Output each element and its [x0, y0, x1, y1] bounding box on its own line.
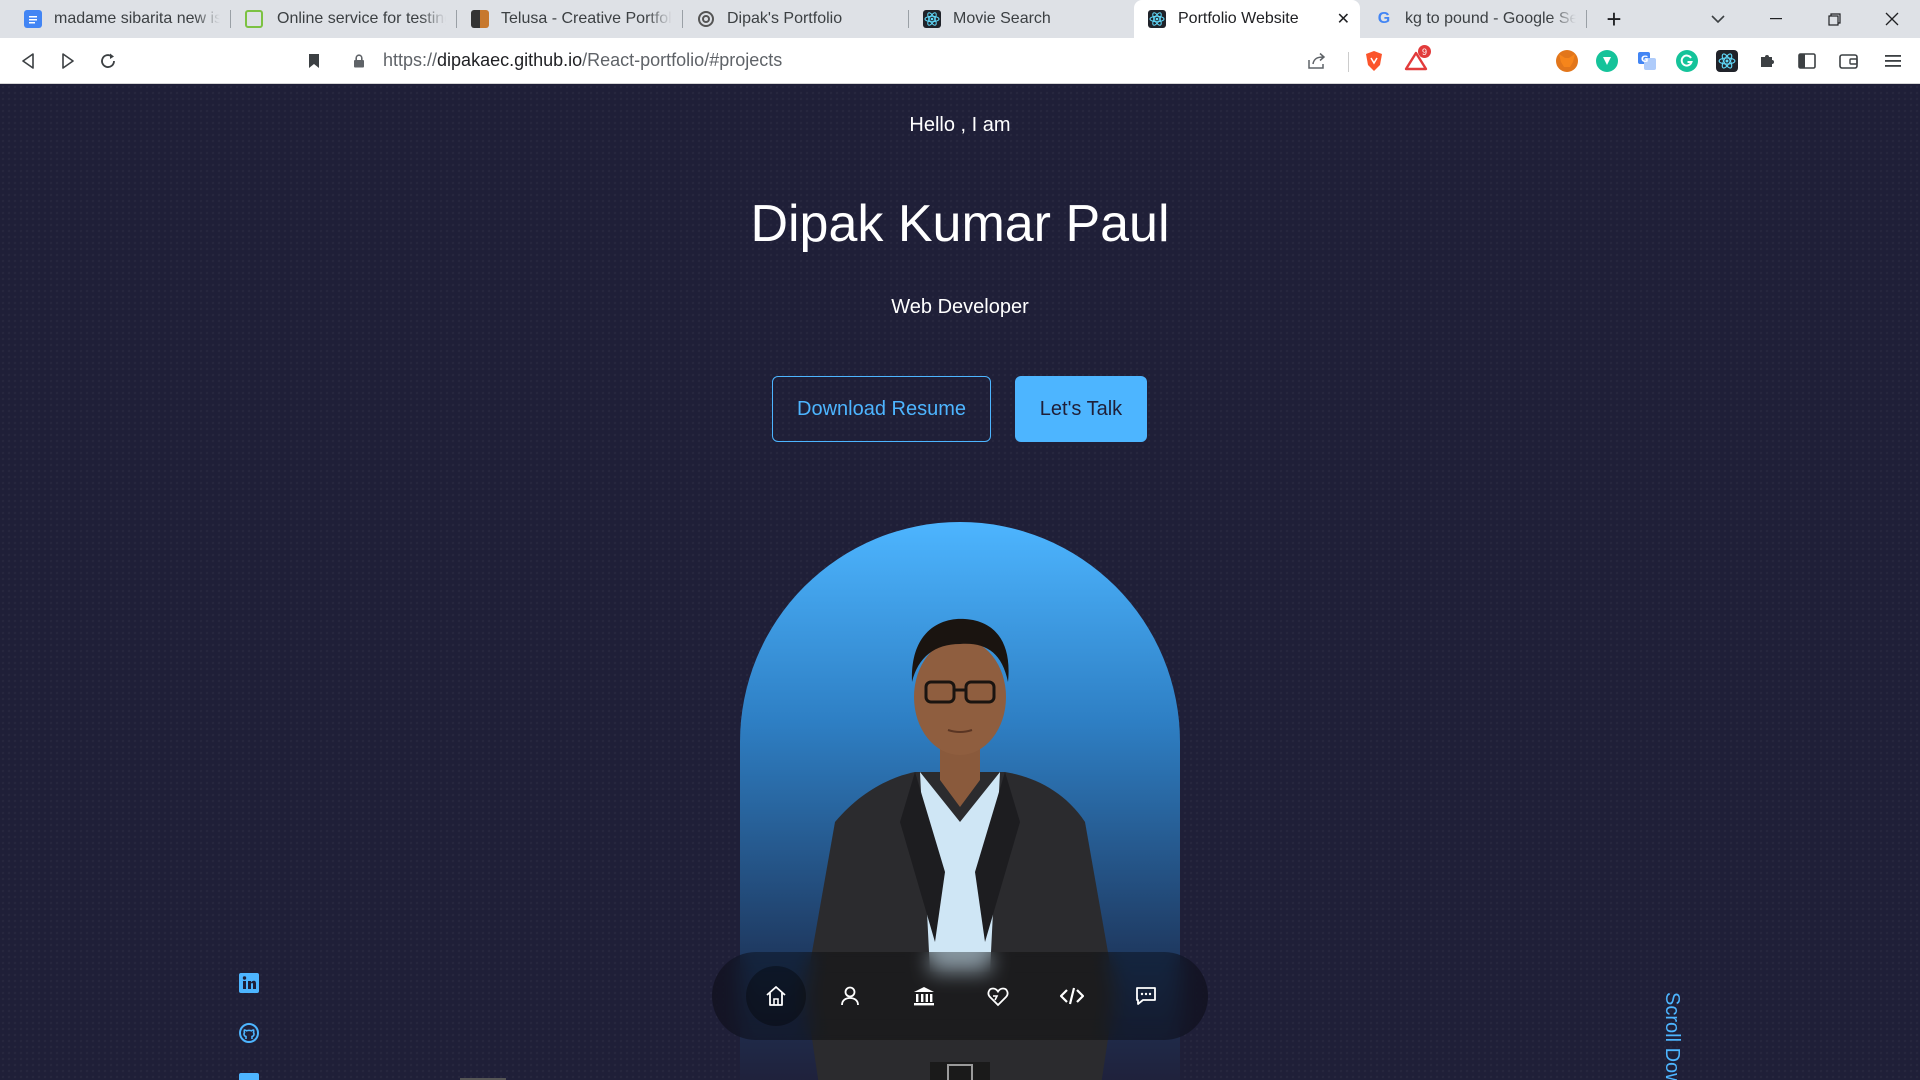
github-icon[interactable]	[238, 1022, 260, 1044]
reload-button[interactable]	[94, 47, 122, 75]
url-scheme: https://	[383, 50, 438, 70]
nav-projects-code-icon[interactable]	[1042, 966, 1102, 1026]
telusa-icon	[471, 10, 489, 28]
hero-greeting: Hello , I am	[909, 114, 1011, 136]
grammarly-go-icon[interactable]	[1596, 50, 1618, 72]
tab-title: Telusa - Creative Portfolio H	[501, 10, 672, 27]
tab-search-chevron-icon[interactable]	[1690, 0, 1746, 38]
twitter-icon[interactable]	[238, 1072, 260, 1080]
download-resume-button[interactable]: Download Resume	[772, 376, 991, 442]
bottom-nav	[712, 952, 1208, 1040]
svg-text:G: G	[1641, 55, 1648, 65]
menu-icon[interactable]	[1882, 50, 1904, 72]
lets-talk-button[interactable]: Let's Talk	[1015, 376, 1147, 442]
tab-title: Movie Search	[953, 10, 1051, 27]
close-window-button[interactable]	[1864, 0, 1920, 38]
react-icon	[923, 10, 941, 28]
back-button[interactable]	[14, 47, 42, 75]
metamask-icon[interactable]	[1556, 50, 1578, 72]
tab-title: madame sibarita new issue	[54, 10, 220, 27]
google-docs-icon	[24, 10, 42, 28]
react-icon	[1148, 10, 1166, 28]
linkedin-icon[interactable]	[238, 972, 260, 994]
tab-title: Dipak's Portfolio	[727, 10, 843, 27]
nav-home-icon[interactable]	[746, 966, 806, 1026]
forward-button[interactable]	[54, 47, 82, 75]
hero-name: Dipak Kumar Paul	[750, 195, 1170, 253]
tab-google-search[interactable]: G kg to pound - Google Sear	[1361, 0, 1586, 38]
extensions-puzzle-icon[interactable]	[1756, 50, 1778, 72]
brave-rewards-icon[interactable]: 9	[1402, 45, 1431, 75]
wallet-icon[interactable]	[1838, 50, 1860, 72]
nav-contact-message-icon[interactable]	[1116, 966, 1176, 1026]
translate-icon[interactable]: G	[1636, 50, 1658, 72]
brave-shields-icon[interactable]	[1360, 47, 1388, 75]
bookmark-icon[interactable]	[300, 47, 328, 75]
restore-button[interactable]	[1806, 0, 1862, 38]
scroll-down-link[interactable]: Scroll Down	[1660, 992, 1683, 1080]
url-path: /React-portfolio/#projects	[582, 50, 783, 70]
close-icon[interactable]: ✕	[1337, 9, 1350, 29]
tab-strip: madame sibarita new issue Online service…	[0, 0, 1920, 38]
share-icon[interactable]	[1303, 47, 1331, 75]
tab-title: Online service for testing re	[277, 10, 446, 27]
minimize-button[interactable]	[1748, 0, 1804, 38]
sidebar-icon[interactable]	[1796, 50, 1818, 72]
browser-toolbar: https://dipakaec.github.io/React-portfol…	[0, 38, 1920, 84]
google-icon: G	[1377, 10, 1391, 27]
hero-role: Web Developer	[891, 296, 1029, 318]
address-bar[interactable]: https://dipakaec.github.io/React-portfol…	[383, 50, 782, 71]
nav-experience-bank-icon[interactable]	[894, 966, 954, 1026]
tab-portfolio-website[interactable]: Portfolio Website ✕	[1134, 0, 1360, 38]
tab-dipak-portfolio[interactable]: Dipak's Portfolio	[683, 0, 908, 38]
new-tab-button[interactable]: +	[1586, 0, 1642, 38]
portfolio-page: Hello , I am Dipak Kumar Paul Web Develo…	[0, 84, 1920, 1080]
tab-movie-search[interactable]: Movie Search	[909, 0, 1134, 38]
lock-icon[interactable]	[349, 47, 369, 75]
react-devtools-icon[interactable]	[1716, 50, 1738, 72]
rewards-badge: 9	[1418, 45, 1431, 58]
grammarly-icon[interactable]	[1676, 50, 1698, 72]
url-host: dipakaec.github.io	[437, 50, 583, 70]
portfolio-logo-icon	[697, 10, 715, 28]
toolbar-divider	[1348, 52, 1349, 72]
tab-title: Portfolio Website	[1178, 10, 1299, 27]
nav-about-user-icon[interactable]	[820, 966, 880, 1026]
nav-services-icon[interactable]	[968, 966, 1028, 1026]
tab-testing[interactable]: Online service for testing re	[231, 0, 456, 38]
tab-docs[interactable]: madame sibarita new issue	[10, 0, 230, 38]
tab-title: kg to pound - Google Sear	[1405, 10, 1576, 27]
tab-telusa[interactable]: Telusa - Creative Portfolio H	[457, 0, 682, 38]
testing-service-icon	[245, 10, 263, 28]
